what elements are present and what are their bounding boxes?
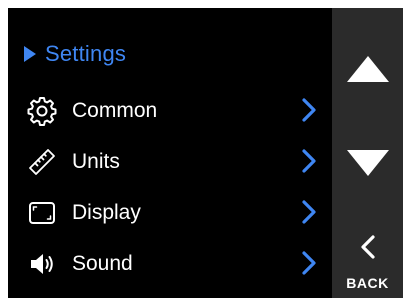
menu-item-label: Units — [72, 150, 120, 173]
ruler-icon — [24, 144, 60, 180]
triangle-up-icon — [346, 56, 389, 82]
triangle-down-icon — [346, 150, 389, 176]
menu-item-display[interactable]: Display — [24, 193, 324, 233]
chevron-right-icon — [302, 200, 320, 226]
title-arrow-icon — [24, 46, 36, 62]
menu-item-common[interactable]: Common — [24, 91, 324, 131]
back-label: BACK — [346, 275, 389, 291]
page-title: Settings — [24, 39, 126, 69]
side-navigation-panel: BACK — [332, 8, 403, 298]
menu-item-label: Sound — [72, 252, 133, 275]
page-title-text: Settings — [45, 41, 127, 66]
scroll-down-button[interactable] — [332, 138, 403, 188]
chevron-right-icon — [302, 251, 320, 277]
menu-item-sound[interactable]: Sound — [24, 244, 324, 284]
menu-item-label: Display — [72, 201, 141, 224]
chevron-right-icon — [302, 149, 320, 175]
menu-item-label: Common — [72, 99, 158, 122]
display-icon — [24, 195, 60, 231]
chevron-left-icon — [360, 235, 375, 259]
menu-item-units[interactable]: Units — [24, 142, 324, 182]
chevron-right-icon — [302, 98, 320, 124]
device-screen: Settings Common Units Display Sound BACK — [8, 8, 403, 298]
settings-menu-panel: Settings Common Units Display Sound — [8, 8, 332, 298]
speaker-icon — [24, 246, 60, 282]
scroll-up-button[interactable] — [332, 44, 403, 94]
gear-icon — [24, 93, 60, 129]
